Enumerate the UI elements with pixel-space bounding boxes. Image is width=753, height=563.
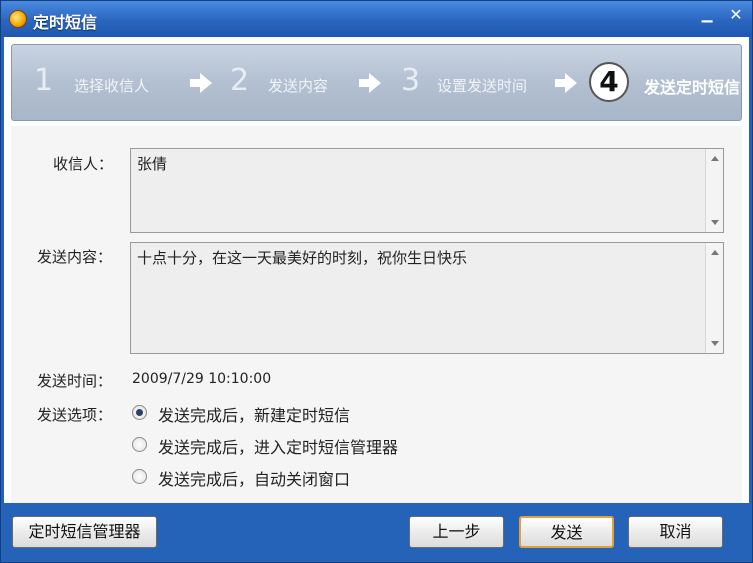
minimize-button[interactable]: ▁ — [696, 5, 718, 25]
wizard-steps: 1 选择收信人 2 发送内容 3 设置发送时间 4 发送定时短信 — [11, 44, 742, 121]
content-scrollbar[interactable] — [705, 243, 723, 353]
arrow-right-icon — [359, 73, 381, 93]
app-icon — [9, 10, 27, 28]
scroll-up-icon[interactable] — [711, 250, 719, 255]
step-3-number: 3 — [401, 63, 421, 98]
sms-manager-button[interactable]: 定时短信管理器 — [12, 516, 157, 548]
radio-icon[interactable] — [132, 437, 147, 452]
recipients-label: 收信人： — [53, 155, 114, 173]
time-value: 2009/7/29 10:10:00 — [132, 371, 272, 387]
window-title: 定时短信 — [33, 13, 98, 32]
send-button[interactable]: 发送 — [519, 516, 614, 548]
step-2-number: 2 — [230, 63, 250, 98]
arrow-right-icon — [190, 73, 212, 93]
arrow-right-icon — [555, 73, 577, 93]
step-3-label: 设置发送时间 — [437, 77, 528, 95]
option-label: 发送完成后，进入定时短信管理器 — [158, 438, 399, 457]
step-4-label: 发送定时短信 — [644, 78, 741, 97]
option-label: 发送完成后，自动关闭窗口 — [158, 470, 351, 489]
cancel-button[interactable]: 取消 — [628, 516, 723, 548]
time-label: 发送时间： — [37, 372, 113, 390]
content-label: 发送内容： — [37, 248, 113, 266]
recipients-value: 张倩 — [137, 155, 168, 173]
radio-icon[interactable] — [132, 469, 147, 484]
radio-selected-icon[interactable] — [132, 405, 147, 420]
scroll-down-icon[interactable] — [711, 341, 719, 346]
close-button[interactable]: ✕ — [725, 5, 747, 25]
step-4-number: 4 — [589, 62, 629, 102]
recipients-scrollbar[interactable] — [705, 149, 723, 232]
option-label: 发送完成后，新建定时短信 — [158, 406, 351, 425]
title-bar[interactable]: 定时短信 ▁ ✕ — [1, 1, 752, 37]
recipients-field[interactable]: 张倩 — [130, 148, 724, 233]
back-button[interactable]: 上一步 — [409, 516, 504, 548]
scroll-up-icon[interactable] — [711, 156, 719, 161]
scroll-down-icon[interactable] — [711, 220, 719, 225]
sms-timer-window: 定时短信 ▁ ✕ 1 选择收信人 2 发送内容 3 设置发送时间 4 发送定时短… — [0, 0, 753, 563]
step-1-number: 1 — [34, 63, 54, 98]
options-label: 发送选项： — [37, 406, 113, 424]
content-value: 十点十分，在这一天最美好的时刻，祝你生日快乐 — [137, 249, 468, 267]
content-field[interactable]: 十点十分，在这一天最美好的时刻，祝你生日快乐 — [130, 242, 724, 354]
step-1-label: 选择收信人 — [74, 77, 150, 95]
client-area: 1 选择收信人 2 发送内容 3 设置发送时间 4 发送定时短信 收信人： 张倩… — [4, 37, 749, 561]
button-bar: 定时短信管理器 上一步 发送 取消 — [4, 503, 749, 561]
step-2-label: 发送内容 — [268, 77, 329, 95]
